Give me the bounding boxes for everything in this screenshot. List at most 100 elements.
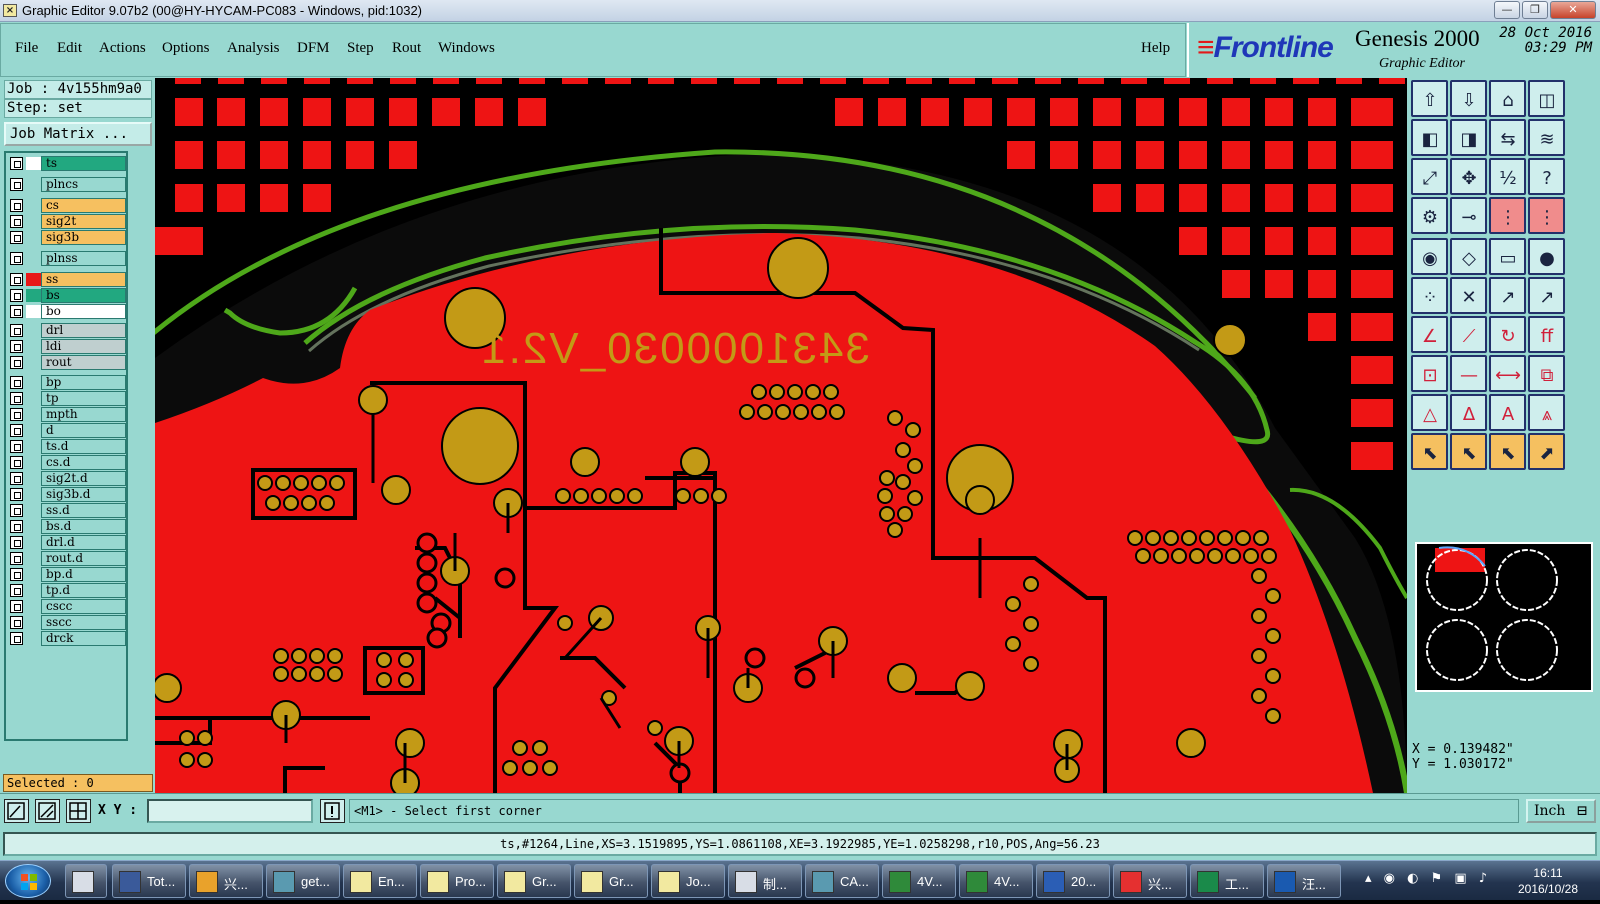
taskbar-item[interactable]: Gr...	[574, 864, 648, 898]
layer-name[interactable]: tp.d	[41, 583, 126, 598]
layer-row-ss[interactable]: ss	[6, 272, 126, 287]
layer-name[interactable]: cs	[41, 198, 126, 213]
layer-name[interactable]: mpth	[41, 407, 126, 422]
layer-row-bp[interactable]: bp	[6, 375, 126, 390]
layer-name[interactable]: sig2t.d	[41, 471, 126, 486]
select-box-button[interactable]: ⊡	[1411, 355, 1448, 392]
layer-checkbox[interactable]	[10, 231, 23, 244]
graphics-canvas[interactable]: 3431000030_V2.1	[155, 78, 1407, 793]
layer-checkbox[interactable]	[10, 584, 23, 597]
route-button[interactable]: ⚙	[1411, 197, 1448, 234]
layer-row-bo[interactable]: bo	[6, 304, 126, 319]
layer-row-plnss[interactable]: plnss	[6, 251, 126, 266]
layer-name[interactable]: bp	[41, 375, 126, 390]
layer-row-ss-d[interactable]: ss.d	[6, 503, 126, 518]
menu-rout[interactable]: Rout	[392, 40, 421, 57]
layer-name[interactable]: rout.d	[41, 551, 126, 566]
layer-row-bs-d[interactable]: bs.d	[6, 519, 126, 534]
pointer-route-button[interactable]: ⬈	[1528, 433, 1565, 470]
move-right-button[interactable]: ◨	[1450, 119, 1487, 156]
taskbar-item[interactable]: 汪...	[1267, 864, 1341, 898]
job-matrix-button[interactable]: Job Matrix ...	[4, 122, 152, 146]
taskbar-item[interactable]: 兴...	[189, 864, 263, 898]
layer-row-cs[interactable]: cs	[6, 198, 126, 213]
layer-name[interactable]: bo	[41, 304, 126, 319]
minimize-button[interactable]: —	[1494, 1, 1520, 19]
point-join-button[interactable]: ↗	[1489, 277, 1526, 314]
layer-checkbox[interactable]	[10, 199, 23, 212]
menu-edit[interactable]: Edit	[57, 40, 82, 57]
menu-windows[interactable]: Windows	[438, 40, 495, 57]
layer-checkbox[interactable]	[10, 289, 23, 302]
ff-symbol-button[interactable]: ﬀ	[1528, 316, 1565, 353]
layer-checkbox[interactable]	[10, 178, 23, 191]
taskbar-item[interactable]: Pro...	[420, 864, 494, 898]
scale-button[interactable]: ½	[1489, 158, 1526, 195]
layer-row-sig3b[interactable]: sig3b	[6, 230, 126, 245]
layer-checkbox[interactable]	[10, 632, 23, 645]
pointer-button[interactable]: ⬉	[1411, 433, 1448, 470]
layer-name[interactable]: ts.d	[41, 439, 126, 454]
taskbar-item[interactable]: Jo...	[651, 864, 725, 898]
taskbar-clock[interactable]: 16:11 2016/10/28	[1500, 865, 1596, 897]
layer-name[interactable]: sig3b.d	[41, 487, 126, 502]
units-button[interactable]: Inch ⊟	[1526, 799, 1596, 823]
layer-checkbox[interactable]	[10, 324, 23, 337]
layer-checkbox[interactable]	[10, 424, 23, 437]
cross-probe-button[interactable]: ⋮	[1489, 197, 1526, 234]
layer-checkbox[interactable]	[10, 376, 23, 389]
layer-checkbox[interactable]	[10, 456, 23, 469]
taskbar-item[interactable]: 制...	[728, 864, 802, 898]
reverse-button[interactable]: ⇆	[1489, 119, 1526, 156]
triangle-b-button[interactable]: A	[1489, 394, 1526, 431]
cross-button[interactable]: ✕	[1450, 277, 1487, 314]
layer-checkbox[interactable]	[10, 488, 23, 501]
layer-row-rout[interactable]: rout	[6, 355, 126, 370]
command-toggle-button[interactable]	[320, 799, 345, 823]
layer-row-sig2t-d[interactable]: sig2t.d	[6, 471, 126, 486]
layer-name[interactable]: drl	[41, 323, 126, 338]
taskbar-item[interactable]: Tot...	[112, 864, 186, 898]
layer-checkbox[interactable]	[10, 552, 23, 565]
layer-name[interactable]: ldi	[41, 339, 126, 354]
close-button[interactable]: ✕	[1550, 1, 1596, 19]
layer-name[interactable]: d	[41, 423, 126, 438]
zoom-box-button[interactable]	[4, 799, 29, 823]
circle-pad-button[interactable]: ◉	[1411, 238, 1448, 275]
layer-name[interactable]: cs.d	[41, 455, 126, 470]
layer-checkbox[interactable]	[10, 472, 23, 485]
triangle-c-button[interactable]: ⩓	[1528, 394, 1565, 431]
menu-options[interactable]: Options	[162, 40, 210, 57]
layer-row-sig3b-d[interactable]: sig3b.d	[6, 487, 126, 502]
layer-row-cs-d[interactable]: cs.d	[6, 455, 126, 470]
layer-row-sscc[interactable]: sscc	[6, 615, 126, 630]
layer-row-plncs[interactable]: plncs	[6, 177, 126, 192]
layer-checkbox[interactable]	[10, 340, 23, 353]
menu-actions[interactable]: Actions	[99, 40, 146, 57]
layer-name[interactable]: rout	[41, 355, 126, 370]
layer-checkbox[interactable]	[10, 520, 23, 533]
layer-checkbox[interactable]	[10, 600, 23, 613]
move-left-button[interactable]: ◧	[1411, 119, 1448, 156]
taskbar-item[interactable]: 4V...	[882, 864, 956, 898]
taskbar-item[interactable]: CA...	[805, 864, 879, 898]
ruler-button[interactable]: ▭	[1489, 238, 1526, 275]
node-button[interactable]: ⁘	[1411, 277, 1448, 314]
layer-name[interactable]: ts	[41, 156, 126, 171]
fit-center-button[interactable]: ✥	[1450, 158, 1487, 195]
snake-button[interactable]: ≋	[1528, 119, 1565, 156]
layer-name[interactable]: tp	[41, 391, 126, 406]
menu-dfm[interactable]: DFM	[297, 40, 330, 57]
taskbar-calculator[interactable]	[65, 864, 107, 898]
layer-up-button[interactable]: ⇧	[1411, 80, 1448, 117]
triangle-button[interactable]: △	[1411, 394, 1448, 431]
layer-checkbox[interactable]	[10, 408, 23, 421]
layer-row-d[interactable]: d	[6, 423, 126, 438]
layer-row-mpth[interactable]: mpth	[6, 407, 126, 422]
layer-row-cscc[interactable]: cscc	[6, 599, 126, 614]
layer-name[interactable]: plncs	[41, 177, 126, 192]
layer-checkbox[interactable]	[10, 157, 23, 170]
layer-row-sig2t[interactable]: sig2t	[6, 214, 126, 229]
layer-row-tp[interactable]: tp	[6, 391, 126, 406]
dimension-button[interactable]: ⟷	[1489, 355, 1526, 392]
